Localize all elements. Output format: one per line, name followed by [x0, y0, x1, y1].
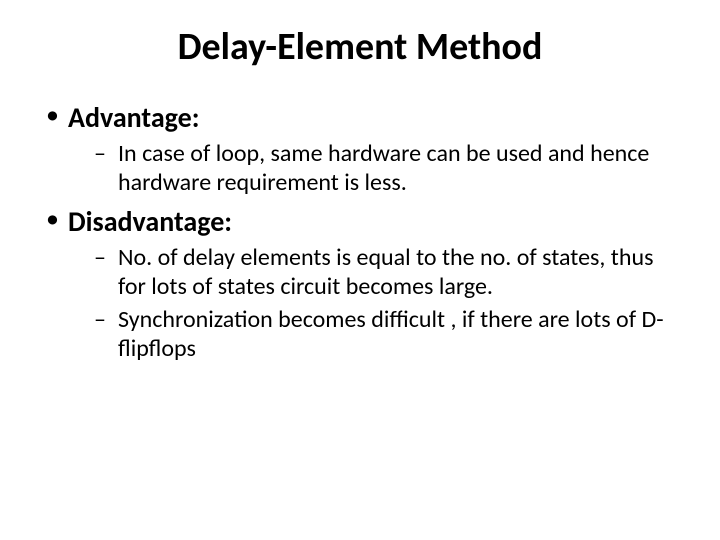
sub-bullet-list: In case of loop, same hardware can be us… — [68, 139, 680, 198]
list-item: Disadvantage: No. of delay elements is e… — [40, 204, 680, 364]
slide-title: Delay-Element Method — [40, 24, 680, 70]
list-item: Advantage: In case of loop, same hardwar… — [40, 100, 680, 198]
sub-list-item: In case of loop, same hardware can be us… — [94, 139, 680, 198]
bullet-label: Advantage: — [68, 100, 199, 135]
sub-bullet-list: No. of delay elements is equal to the no… — [68, 243, 680, 364]
bullet-list: Advantage: In case of loop, same hardwar… — [40, 100, 680, 364]
sub-list-item: Synchronization becomes difficult , if t… — [94, 305, 680, 364]
slide: Delay-Element Method Advantage: In case … — [0, 0, 720, 540]
sub-list-item: No. of delay elements is equal to the no… — [94, 243, 680, 302]
bullet-label: Disadvantage: — [68, 204, 232, 239]
